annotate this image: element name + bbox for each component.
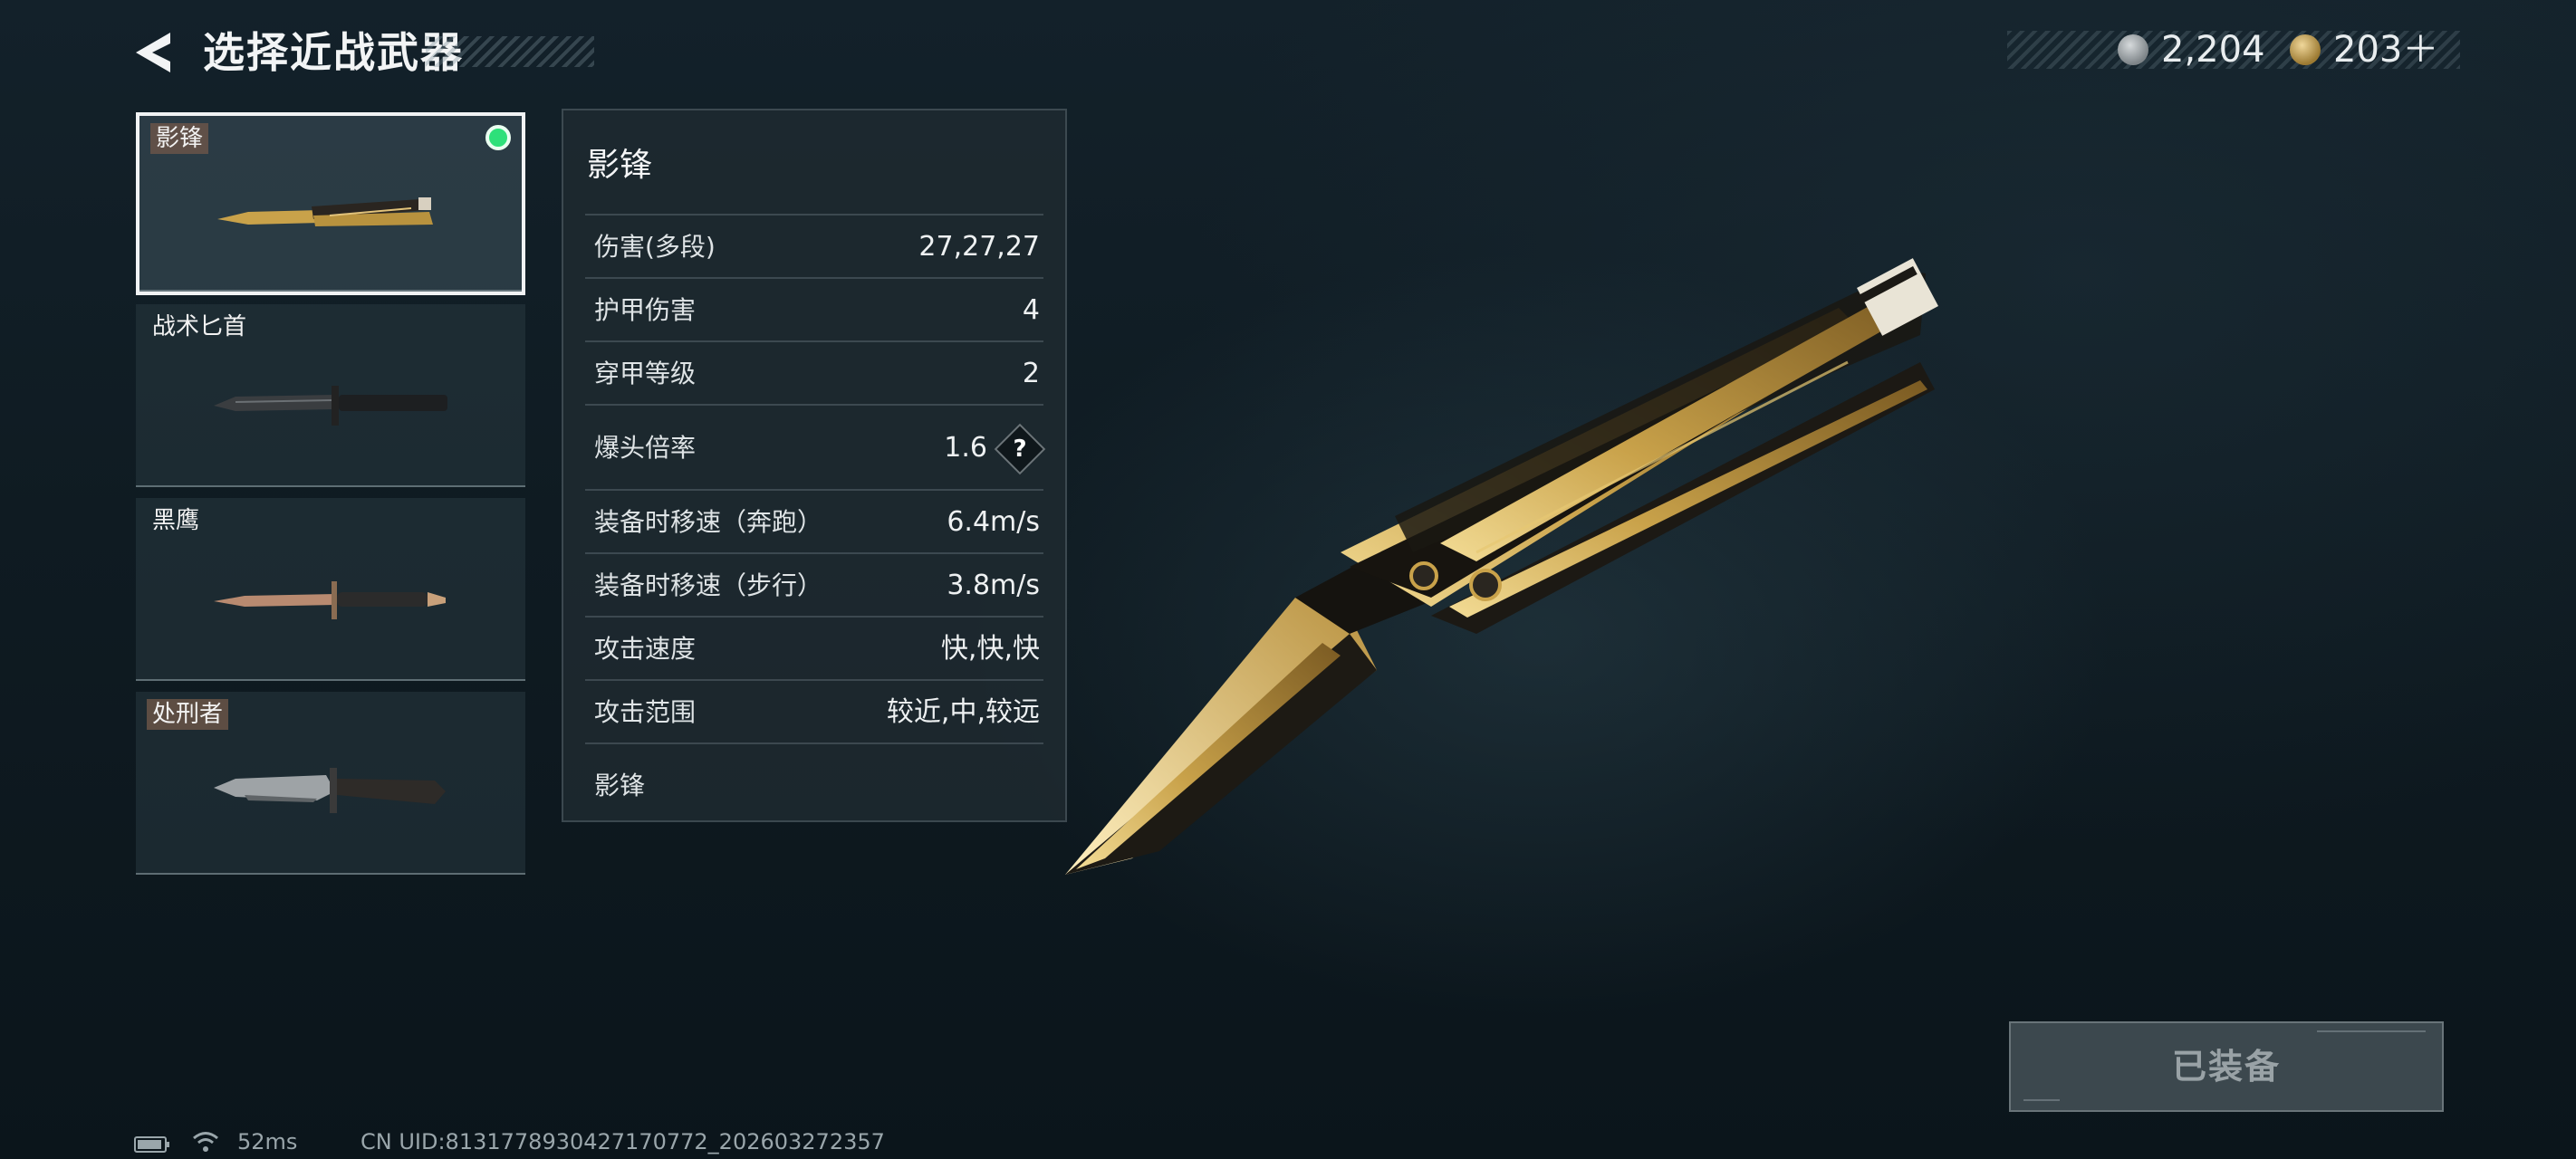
stats-divider	[585, 742, 1043, 746]
weapon-card-executioner[interactable]: 处刑者	[136, 692, 525, 875]
page-title: 选择近战武器	[203, 28, 464, 77]
stat-label: 攻击速度	[594, 634, 697, 664]
stat-value: 27,27,27	[918, 231, 1040, 263]
weapon-name: 影锋	[150, 123, 209, 154]
stat-value: 4	[1022, 294, 1040, 326]
title-stripe-decoration	[426, 36, 594, 67]
stat-label: 装备时移速（奔跑）	[594, 507, 823, 537]
equipped-button-label: 已装备	[2171, 1047, 2281, 1087]
gold-currency-value[interactable]: 203＋	[2333, 27, 2438, 72]
stat-row-attack-range: 攻击范围 较近,中,较远	[585, 679, 1043, 744]
stat-label: 伤害(多段)	[594, 232, 716, 262]
weapon-card-shadow-edge[interactable]: 影锋	[136, 112, 525, 295]
stat-row-walk-speed: 装备时移速（步行） 3.8m/s	[585, 552, 1043, 618]
tactical-dagger-thumbnail	[214, 386, 447, 426]
stat-label: 穿甲等级	[594, 359, 697, 388]
network-ping: 52ms	[237, 1129, 298, 1154]
wifi-icon	[193, 1132, 218, 1152]
butterfly-knife-thumbnail	[217, 197, 433, 226]
weapon-stats-panel: 影锋 伤害(多段) 27,27,27 护甲伤害 4 穿甲等级 2 爆头倍率 1.…	[562, 109, 1067, 822]
butterfly-knife-preview-image	[1065, 258, 1938, 875]
weapon-card-tactical-dagger[interactable]: 战术匕首	[136, 304, 525, 487]
executioner-knife-thumbnail	[214, 768, 446, 813]
stat-value: 6.4m/s	[947, 506, 1040, 538]
stat-value: 1.6	[944, 432, 987, 464]
equipped-button[interactable]: 已装备	[2009, 1021, 2444, 1112]
weapon-name: 处刑者	[147, 699, 229, 730]
black-hawk-knife-thumbnail	[214, 581, 446, 619]
silver-currency-value: 2,204	[2161, 29, 2265, 71]
stat-row-attack-speed: 攻击速度 快,快,快	[585, 616, 1043, 681]
stat-row-run-speed: 装备时移速（奔跑） 6.4m/s	[585, 489, 1043, 554]
stat-row-damage: 伤害(多段) 27,27,27	[585, 214, 1043, 279]
gold-coin-icon	[2290, 34, 2321, 65]
battery-icon	[134, 1136, 169, 1153]
stat-label: 护甲伤害	[594, 295, 697, 325]
card-divider	[139, 290, 522, 292]
stat-label: 爆头倍率	[594, 433, 697, 463]
equipped-indicator-icon	[485, 125, 511, 150]
weapon-name: 战术匕首	[152, 313, 247, 340]
weapon-card-black-hawk[interactable]: 黑鹰	[136, 498, 525, 681]
silver-coin-icon	[2118, 34, 2148, 65]
stat-row-headshot-multiplier: 爆头倍率 1.6 ?	[585, 404, 1046, 491]
stat-value: 2	[1022, 358, 1040, 389]
stat-row-armor-damage: 护甲伤害 4	[585, 277, 1043, 342]
user-uid: CN UID:8131778930427170772_202603272357	[360, 1129, 885, 1154]
stat-value: 快,快,快	[940, 633, 1040, 665]
weapon-name: 黑鹰	[152, 507, 200, 534]
stat-label: 装备时移速（步行）	[594, 570, 823, 600]
stats-footer-name: 影锋	[594, 771, 646, 800]
card-divider	[136, 485, 525, 487]
stat-row-penetration-level: 穿甲等级 2	[585, 340, 1043, 406]
card-divider	[136, 873, 525, 875]
help-icon[interactable]: ?	[994, 423, 1046, 475]
stat-label: 攻击范围	[594, 697, 697, 727]
back-arrow-icon[interactable]	[132, 29, 179, 76]
stats-weapon-title: 影锋	[587, 147, 653, 184]
card-divider	[136, 679, 525, 681]
stat-value: 3.8m/s	[947, 570, 1040, 601]
stat-value: 较近,中,较远	[886, 696, 1040, 728]
